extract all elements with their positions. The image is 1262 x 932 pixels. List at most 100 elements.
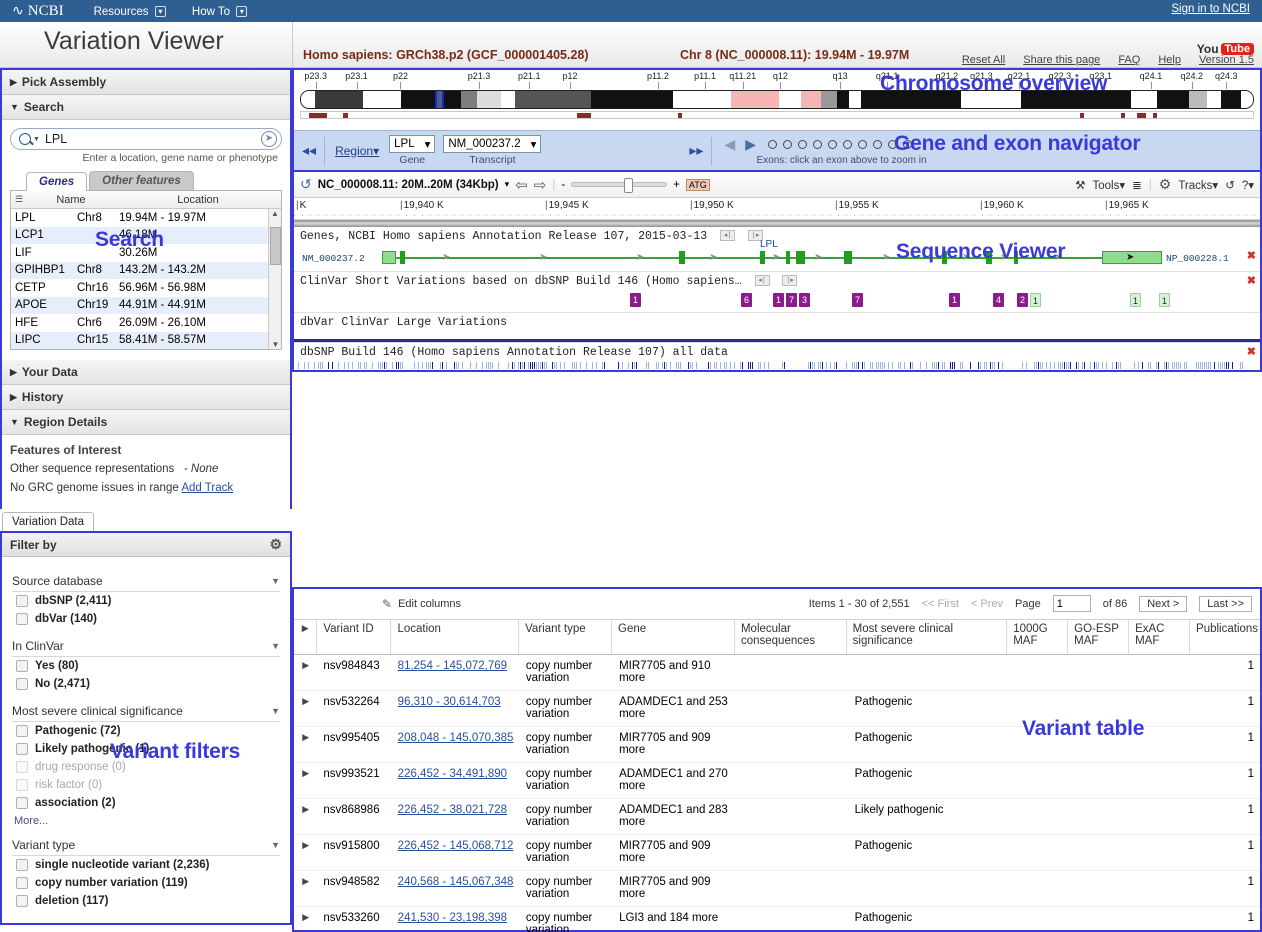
- location-link[interactable]: 226,452 - 145,068,712: [398, 840, 514, 852]
- pan-left-icon[interactable]: ⇦: [515, 176, 528, 194]
- refresh-icon[interactable]: ↺: [1225, 178, 1235, 192]
- filter-item-dbvar[interactable]: dbVar (140): [12, 610, 280, 628]
- clinvar-variant-chip[interactable]: 2: [1017, 293, 1028, 307]
- clinvar-variant-chip[interactable]: 7: [852, 293, 863, 307]
- table-row[interactable]: ▶ nsv995405 208,048 - 145,070,385 copy numb…: [294, 727, 1260, 763]
- clinvar-variant-chip[interactable]: 1: [1030, 293, 1041, 307]
- exon[interactable]: [796, 251, 805, 264]
- checkbox[interactable]: [16, 877, 28, 889]
- gene-row[interactable]: LPL Chr8 19.94M - 19.97M: [11, 209, 281, 227]
- track-collapse-icon[interactable]: ◂|: [754, 275, 770, 287]
- help-icon[interactable]: ?▾: [1242, 178, 1254, 192]
- column-variant-type[interactable]: Variant type: [519, 620, 612, 654]
- zoom-out-label[interactable]: -: [561, 179, 565, 191]
- checkbox[interactable]: [16, 660, 28, 672]
- exon-marker[interactable]: [873, 139, 883, 149]
- gear-icon[interactable]: ⚙: [269, 536, 282, 553]
- row-expand-icon[interactable]: ▶: [294, 655, 317, 690]
- cell-location[interactable]: 96,310 - 30,614,703: [392, 691, 520, 726]
- gene-select[interactable]: LPL ▾: [389, 135, 436, 153]
- clinvar-variant-chip[interactable]: 3: [799, 293, 810, 307]
- cell-location[interactable]: 241,530 - 23,198,398: [392, 907, 520, 932]
- sign-in-link[interactable]: Sign in to NCBI: [1171, 3, 1250, 15]
- exon[interactable]: [1014, 251, 1018, 264]
- clinvar-variant-chip[interactable]: 6: [741, 293, 752, 307]
- exon[interactable]: [844, 251, 852, 264]
- exon-marker[interactable]: [813, 139, 823, 149]
- table-row[interactable]: ▶ nsv533260 241,530 - 23,198,398 copy numbe…: [294, 907, 1260, 932]
- location-link[interactable]: 226,452 - 38,021,728: [398, 804, 507, 816]
- filter-item-clinvar-yes[interactable]: Yes (80): [12, 657, 280, 675]
- scrollbar-thumb[interactable]: [270, 227, 281, 265]
- search-submit-icon[interactable]: ➤: [261, 131, 277, 147]
- tools-menu[interactable]: Tools▾: [1092, 178, 1125, 192]
- location-link[interactable]: 81,254 - 145,072,769: [398, 660, 507, 672]
- filter-group-in-clinvar[interactable]: In ClinVar ▼: [12, 635, 280, 657]
- slider-knob[interactable]: [624, 178, 634, 193]
- cell-location[interactable]: 226,452 - 145,068,712: [392, 835, 520, 870]
- table-row[interactable]: ▶ nsv915800 226,452 - 145,068,712 copy numb…: [294, 835, 1260, 871]
- history-section[interactable]: ▶ History: [2, 385, 290, 410]
- column-location[interactable]: Location: [391, 620, 520, 654]
- exon-start-cap[interactable]: [382, 251, 396, 264]
- jump-start-icon[interactable]: ◂◂: [294, 142, 324, 159]
- exon-prev-icon[interactable]: ◀: [722, 136, 737, 153]
- cell-location[interactable]: 81,254 - 145,072,769: [392, 655, 520, 690]
- exon-next-icon[interactable]: ▶: [743, 136, 762, 153]
- zoom-slider[interactable]: [571, 178, 668, 193]
- row-expand-icon[interactable]: ▶: [294, 691, 317, 726]
- table-row[interactable]: ▶ nsv868986 226,452 - 38,021,728 copy numbe…: [294, 799, 1260, 835]
- pan-right-icon[interactable]: ⇨: [534, 176, 547, 194]
- tab-other-features[interactable]: Other features: [89, 171, 194, 190]
- gene-table-scrollbar[interactable]: ▲ ▼: [268, 209, 281, 349]
- page-input[interactable]: [1052, 595, 1091, 612]
- gene-row[interactable]: GPIHBP1 Chr8 143.2M - 143.2M: [11, 261, 281, 279]
- row-expand-icon[interactable]: ▶: [294, 907, 317, 932]
- column-1000g-maf[interactable]: 1000G MAF: [1007, 620, 1069, 654]
- search-input[interactable]: [42, 131, 261, 147]
- row-expand-icon[interactable]: ▶: [294, 835, 317, 870]
- column-variant-id[interactable]: Variant ID: [317, 620, 392, 654]
- filter-item-dbsnp[interactable]: dbSNP (2,411): [12, 592, 280, 610]
- exon-marker[interactable]: [783, 139, 793, 149]
- checkbox[interactable]: [16, 797, 28, 809]
- cell-location[interactable]: 226,452 - 34,491,890: [392, 763, 520, 798]
- filter-item-clinvar-no[interactable]: No (2,471): [12, 675, 280, 693]
- gene-model[interactable]: NM_000237.2 LPL ➤ ➤ ➤ ➤ ➤ ➤ ➤ ➤ ➤ ➤ ➤ NP…: [294, 239, 1260, 271]
- more-link[interactable]: More...: [12, 812, 280, 827]
- checkbox[interactable]: [16, 895, 28, 907]
- next-page-button[interactable]: Next >: [1139, 595, 1188, 612]
- column-molecular-consequences[interactable]: Molecular consequences: [735, 620, 847, 654]
- close-track-icon[interactable]: ✖: [1247, 345, 1256, 358]
- filter-item-deletion[interactable]: deletion (117): [12, 892, 280, 910]
- column-publications[interactable]: Publications: [1190, 620, 1260, 654]
- row-expand-icon[interactable]: ▶: [294, 871, 317, 906]
- pick-assembly-section[interactable]: ▶ Pick Assembly: [2, 70, 290, 95]
- gene-row[interactable]: HFE Chr6 26.09M - 26.10M: [11, 314, 281, 332]
- tab-variation-data[interactable]: Variation Data: [2, 512, 95, 531]
- clinvar-variant-chip[interactable]: 1: [773, 293, 784, 307]
- zoom-in-label[interactable]: +: [673, 179, 680, 191]
- row-expand-icon[interactable]: ▶: [294, 799, 317, 834]
- jump-end-icon[interactable]: ▸▸: [681, 142, 711, 159]
- location-link[interactable]: 241,530 - 23,198,398: [398, 912, 507, 924]
- filter-group-clinical-significance[interactable]: Most severe clinical significance ▼: [12, 700, 280, 722]
- cell-location[interactable]: 240,568 - 145,067,348: [392, 871, 520, 906]
- filter-item-cnv[interactable]: copy number variation (119): [12, 874, 280, 892]
- location-link[interactable]: 208,048 - 145,070,385: [398, 732, 514, 744]
- checkbox[interactable]: [16, 678, 28, 690]
- table-row[interactable]: ▶ nsv948582 240,568 - 145,067,348 copy numb…: [294, 871, 1260, 907]
- exon-marker[interactable]: [903, 139, 913, 149]
- exon-marker[interactable]: [798, 139, 808, 149]
- edit-columns-button[interactable]: ✎ Edit columns: [382, 597, 461, 611]
- first-page-button[interactable]: << First: [922, 598, 959, 610]
- exon-marker[interactable]: [888, 139, 898, 149]
- exon-marker[interactable]: [843, 139, 853, 149]
- location-link[interactable]: 96,310 - 30,614,703: [398, 696, 501, 708]
- column-name[interactable]: Name: [27, 194, 115, 206]
- share-page-link[interactable]: Share this page: [1023, 54, 1100, 66]
- undo-icon[interactable]: ↺: [300, 176, 312, 193]
- sequence-location[interactable]: NC_000008.11: 20M..20M (34Kbp): [318, 179, 499, 191]
- scroll-down-icon[interactable]: ▼: [269, 340, 281, 349]
- ncbi-logo[interactable]: ∿ NCBI: [12, 3, 64, 20]
